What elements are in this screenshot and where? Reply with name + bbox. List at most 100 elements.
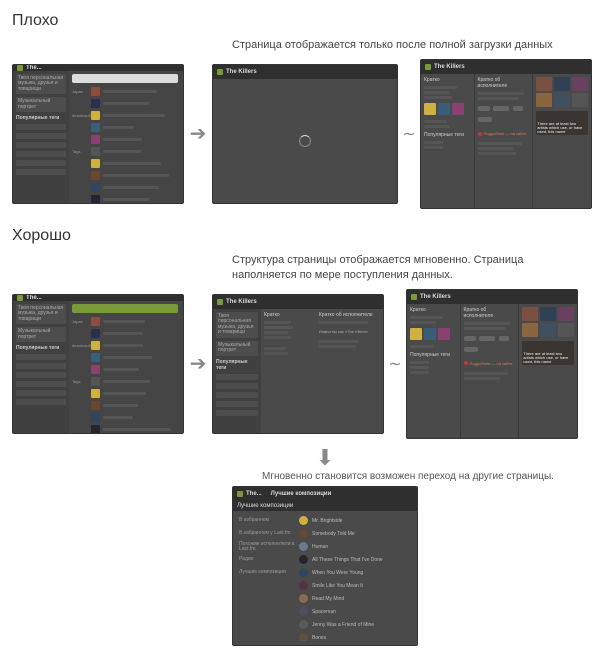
big-photo[interactable]: There are at least two artists which use… [536, 111, 588, 135]
photo-thumb[interactable] [536, 77, 552, 91]
list-item[interactable] [72, 425, 180, 434]
track-thumb [91, 353, 100, 362]
list-item[interactable]: Tags [72, 377, 180, 387]
tag-chip[interactable] [493, 106, 509, 111]
photo-thumb[interactable] [558, 307, 574, 321]
search-input[interactable] [72, 74, 178, 83]
track-row[interactable]: В избранном у Last.fmSomebody Told Me [239, 528, 411, 540]
track-thumb [91, 389, 100, 398]
sidebar-tag[interactable] [216, 374, 258, 380]
sidebar-tag[interactable] [16, 151, 66, 157]
bad-source-mock: The... Твоя персональная музыка, друзья … [12, 64, 184, 204]
photo-thumb[interactable] [572, 93, 588, 107]
track-thumb [91, 413, 100, 422]
track-title [103, 380, 150, 383]
photo-thumb[interactable] [572, 77, 588, 91]
sidebar-tag[interactable] [16, 381, 66, 387]
titlebar-title: The Killers [434, 64, 465, 70]
track-row[interactable]: Jenny Was a Friend of Mine [239, 619, 411, 631]
list-item[interactable] [72, 123, 180, 133]
col-header: Популярные теги [424, 132, 471, 138]
list-item[interactable] [72, 159, 180, 169]
photo-thumb[interactable] [522, 307, 538, 321]
track-row[interactable]: В избранномMr. Brightside [239, 515, 411, 527]
track-avatar [299, 568, 308, 577]
list-item[interactable]: Japan [72, 317, 180, 327]
photo-thumb[interactable] [554, 93, 570, 107]
sidebar-tag[interactable] [216, 383, 258, 389]
readmore-link[interactable]: Подробнее — на сайте [464, 361, 516, 366]
track-row[interactable]: Read My Mind [239, 593, 411, 605]
photo-caption: There are at least two artists which use… [537, 122, 587, 134]
track-row[interactable]: Лучшие композицииWhen You Were Young [239, 567, 411, 579]
sidebar-tag[interactable] [16, 169, 66, 175]
photo-thumb[interactable] [558, 323, 574, 337]
album-thumb[interactable] [438, 103, 450, 115]
list-item[interactable] [72, 389, 180, 399]
sidebar-tag[interactable] [216, 410, 258, 416]
sidebar: Твоя персональная музыка, друзья и товар… [13, 301, 69, 434]
tag-chip[interactable] [513, 106, 523, 111]
album-thumb[interactable] [424, 328, 436, 340]
readmore-link[interactable]: Подробнее — на сайте [478, 131, 530, 136]
tag-chip[interactable] [464, 347, 478, 352]
line [319, 340, 359, 343]
photo-thumb[interactable] [536, 93, 552, 107]
list-item[interactable] [72, 365, 180, 375]
sidebar-tag[interactable] [216, 401, 258, 407]
list-item[interactable]: deadmau5 [72, 341, 180, 351]
group-label: deadmau5 [72, 343, 88, 348]
photo-thumb[interactable] [540, 323, 556, 337]
track-title [103, 392, 146, 395]
list-item[interactable]: deadmau5 [72, 111, 180, 121]
line [424, 141, 443, 144]
tag-chip[interactable] [464, 336, 476, 341]
list-item[interactable] [72, 329, 180, 339]
sidebar-tag[interactable] [16, 133, 66, 139]
titlebar-dot [237, 491, 243, 497]
section-bad-title: Плохо [12, 12, 588, 30]
album-thumb[interactable] [438, 328, 450, 340]
photo-thumb[interactable] [540, 307, 556, 321]
tag-chip[interactable] [479, 336, 495, 341]
list-item[interactable]: Japan [72, 87, 180, 97]
track-row[interactable]: Spaceman [239, 606, 411, 618]
list-item[interactable] [72, 135, 180, 145]
sidebar-tag[interactable] [16, 142, 66, 148]
tag-chip[interactable] [478, 106, 490, 111]
photo-thumb[interactable] [522, 323, 538, 337]
sidebar-tag[interactable] [16, 160, 66, 166]
tag-chip[interactable] [499, 336, 509, 341]
list-item[interactable] [72, 183, 180, 193]
list-item[interactable] [72, 353, 180, 363]
sidebar-tag[interactable] [216, 392, 258, 398]
sidebar-tag[interactable] [16, 354, 66, 360]
search-input[interactable] [72, 304, 178, 313]
big-photo[interactable]: There are at least two artists which use… [522, 341, 574, 365]
album-thumb[interactable] [424, 103, 436, 115]
bottom-tab[interactable]: Лучшие композиции [233, 501, 417, 511]
track-row[interactable]: Smile Like You Mean It [239, 580, 411, 592]
track-row[interactable]: РадиоAll These Things That I've Done [239, 554, 411, 566]
sidebar-tag[interactable] [16, 390, 66, 396]
sidebar-tag[interactable] [16, 124, 66, 130]
track-name: Somebody Told Me [312, 531, 355, 537]
list-item[interactable] [72, 413, 180, 423]
track-row[interactable]: Bones [239, 632, 411, 644]
track-row[interactable]: Похожие исполнители в Last.fmHuman [239, 541, 411, 553]
album-thumb[interactable] [410, 328, 422, 340]
album-thumb[interactable] [452, 103, 464, 115]
titlebar-dot [425, 64, 431, 70]
sidebar-tag[interactable] [16, 372, 66, 378]
list-item[interactable] [72, 99, 180, 109]
photo-thumb[interactable] [554, 77, 570, 91]
list-item[interactable]: Tags [72, 147, 180, 157]
line [264, 347, 286, 350]
sidebar-tag[interactable] [16, 399, 66, 405]
sidebar-tag[interactable] [16, 363, 66, 369]
list-item[interactable] [72, 401, 180, 411]
list-item[interactable] [72, 171, 180, 181]
tag-chip[interactable] [478, 117, 492, 122]
list-item[interactable] [72, 195, 180, 204]
line [410, 345, 433, 348]
